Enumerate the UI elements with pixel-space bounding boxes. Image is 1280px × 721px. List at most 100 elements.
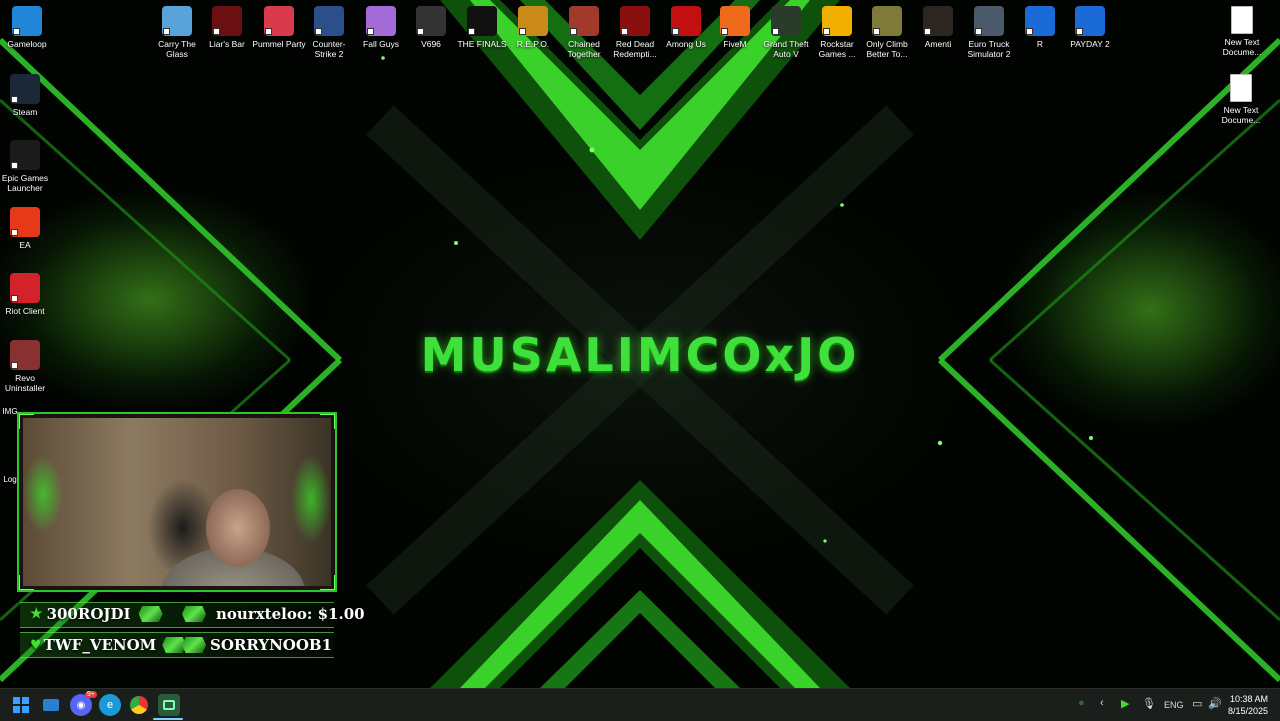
notification-badge: 9+	[85, 691, 97, 698]
desktop[interactable]: MUSALIMCOxJO Gameloop Carry The Glass Liar…	[0, 0, 1280, 688]
desktop-icon-label: IMG	[2, 407, 18, 416]
tray-arrow-icon[interactable]: ‹	[1100, 697, 1104, 709]
desktop-icon-steam[interactable]: Steam	[0, 74, 52, 117]
desktop-icon-v696[interactable]: V696	[404, 6, 458, 49]
network-icon[interactable]: ▭	[1192, 697, 1202, 710]
taskbar-app-discord[interactable]: ◉ 9+	[70, 691, 97, 716]
desktop-icon-fivem[interactable]: FiveM	[708, 6, 762, 49]
alert-username: 300ROJDI	[46, 605, 131, 623]
gem-icon	[138, 606, 163, 622]
taskbar: ◉ 9+ e ● ‹ ▶ 🎙 ENG ▭ 🔊 10:38 AM 8/15/202…	[0, 688, 1280, 721]
streamlabs-icon	[163, 700, 175, 710]
desktop-icon-the-finals[interactable]: THE FINALS	[455, 6, 509, 49]
steam-icon	[10, 74, 40, 104]
desktop-icon-label: Pummel Party	[252, 39, 306, 49]
desktop-icon-ea[interactable]: EA	[0, 207, 52, 250]
only-climb-icon	[872, 6, 902, 36]
desktop-icon-label: Steam	[12, 107, 38, 117]
desktop-icon-gta-v[interactable]: Grand Theft Auto V	[759, 6, 813, 59]
epic-games-icon	[10, 140, 40, 170]
desktop-icon-chained-together[interactable]: Chained Together	[557, 6, 611, 59]
desktop-icon-gameloop[interactable]: Gameloop	[0, 6, 54, 49]
repo-icon	[518, 6, 548, 36]
desktop-icon-riot-client[interactable]: Riot Client	[0, 273, 52, 316]
discord-icon: ◉	[76, 699, 86, 711]
fall-guys-icon	[366, 6, 396, 36]
volume-icon[interactable]: 🔊	[1208, 697, 1222, 710]
desktop-icon-only-climb[interactable]: Only Climb Better To...	[860, 6, 914, 59]
taskbar-app-explorer[interactable]	[40, 694, 62, 716]
microphone-icon[interactable]: 🎙	[1142, 697, 1156, 710]
desktop-icon-counter-strike[interactable]: Counter-Strike 2	[302, 6, 356, 59]
file-explorer-icon	[43, 699, 59, 711]
desktop-icon-label: Rockstar Games ...	[818, 39, 856, 59]
desktop-icon-label: Only Climb Better To...	[866, 39, 908, 59]
rockstar-icon	[822, 6, 852, 36]
the-finals-icon	[467, 6, 497, 36]
start-icon	[13, 697, 29, 713]
text-document-icon	[1231, 6, 1253, 34]
desktop-icon-rockstar[interactable]: Rockstar Games ...	[810, 6, 864, 59]
alert-row: SORRYNOOB1	[182, 634, 332, 656]
desktop-icon-among-us[interactable]: Among Us	[659, 6, 713, 49]
taskbar-clock[interactable]: 10:38 AM 8/15/2025	[1228, 693, 1268, 717]
gameloop-icon	[12, 6, 42, 36]
alert-row: nourxteloo: $1.00	[182, 603, 365, 625]
desktop-icon-liars-bar[interactable]: Liar's Bar	[200, 6, 254, 49]
amenti-icon	[923, 6, 953, 36]
tray-status-icon[interactable]: ●	[1078, 697, 1085, 709]
liars-bar-icon	[212, 6, 242, 36]
start-button[interactable]	[10, 694, 32, 716]
rocket-league-icon	[1025, 6, 1055, 36]
among-us-icon	[671, 6, 701, 36]
desktop-icon-label: Log	[3, 475, 17, 484]
alert-username: SORRYNOOB1	[210, 636, 333, 654]
desktop-icon-label: THE FINALS	[457, 39, 507, 49]
desktop-icon-new-text-document-2[interactable]: New Text Docume...	[1214, 74, 1268, 125]
desktop-icon-label: Euro Truck Simulator 2	[967, 39, 1011, 59]
desktop-icon-carry-the-glass[interactable]: Carry The Glass	[150, 6, 204, 59]
desktop-icon-label: Fall Guys	[363, 39, 399, 49]
taskbar-app-chrome[interactable]	[128, 694, 150, 716]
desktop-icon-pummel-party[interactable]: Pummel Party	[252, 6, 306, 49]
desktop-icon-fall-guys[interactable]: Fall Guys	[354, 6, 408, 49]
desktop-icon-label: V696	[421, 39, 441, 49]
taskbar-app-streamlabs[interactable]	[158, 694, 180, 716]
webcam-overlay	[17, 412, 337, 592]
desktop-icon-red-dead[interactable]: Red Dead Redempti...	[608, 6, 662, 59]
red-dead-icon	[620, 6, 650, 36]
chrome-icon	[130, 696, 148, 714]
gta-v-icon	[771, 6, 801, 36]
frame-corner	[320, 414, 335, 429]
desktop-icon-text-document[interactable]: New Text Docume...	[1215, 6, 1269, 57]
overlay-glow-right	[291, 454, 331, 544]
pummel-party-icon	[264, 6, 294, 36]
text-document-icon	[1230, 74, 1252, 102]
desktop-icon-amenti[interactable]: Amenti	[911, 6, 965, 49]
desktop-icon-revo-uninstaller[interactable]: Revo Uninstaller	[0, 340, 52, 393]
ea-icon	[10, 207, 40, 237]
taskbar-app-edge[interactable]: e	[99, 694, 121, 716]
desktop-icon-payday[interactable]: PAYDAY 2	[1063, 6, 1117, 49]
desktop-icon-euro-truck[interactable]: Euro Truck Simulator 2	[962, 6, 1016, 59]
desktop-icon-rocket-league[interactable]: R	[1013, 6, 1067, 49]
heart-icon: ♥	[30, 637, 42, 653]
carry-the-glass-icon	[162, 6, 192, 36]
gem-icon	[182, 606, 206, 622]
riot-client-icon	[10, 273, 40, 303]
language-indicator[interactable]: ENG	[1164, 700, 1184, 710]
frame-corner	[19, 414, 34, 429]
desktop-icon-label: R.E.P.O.	[516, 39, 550, 49]
desktop-icon-label: Revo Uninstaller	[4, 373, 46, 393]
desktop-icon-repo[interactable]: R.E.P.O.	[506, 6, 560, 49]
desktop-icon-label: EA	[19, 240, 31, 250]
frame-corner	[320, 575, 335, 590]
desktop-icon-label: PAYDAY 2	[1070, 39, 1110, 49]
tray-play-icon[interactable]: ▶	[1121, 697, 1129, 710]
overlay-glow-left	[23, 454, 63, 534]
alert-row: ★ 300ROJDI	[30, 603, 163, 625]
desktop-icon-epic-games[interactable]: Epic Games Launcher	[0, 140, 52, 193]
clock-date: 8/15/2025	[1227, 706, 1268, 716]
alert-row: ♥ TWF_VENOM	[30, 634, 187, 656]
euro-truck-icon	[974, 6, 1004, 36]
